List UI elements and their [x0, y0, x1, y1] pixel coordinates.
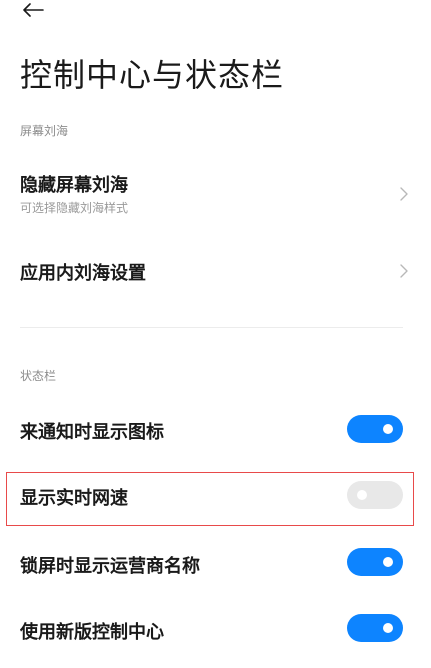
section-label-notch: 屏幕刘海 [20, 124, 69, 138]
notification-icons-label: 来通知时显示图标 [20, 422, 164, 443]
hide-notch-subtitle: 可选择隐藏刘海样式 [20, 201, 129, 215]
notification-icons-toggle[interactable] [347, 415, 403, 443]
in-app-notch-settings-row[interactable]: 应用内刘海设置 [0, 247, 431, 297]
notification-icons-row[interactable]: 来通知时显示图标 [0, 403, 431, 457]
section-label-status-bar: 状态栏 [20, 369, 57, 383]
new-control-center-row[interactable]: 使用新版控制中心 [0, 604, 431, 658]
page-title: 控制中心与状态栏 [20, 56, 285, 94]
in-app-notch-settings-label: 应用内刘海设置 [20, 263, 146, 284]
lockscreen-carrier-row[interactable]: 锁屏时显示运营商名称 [0, 537, 431, 591]
section-divider [20, 327, 403, 328]
hide-notch-label: 隐藏屏幕刘海 [20, 175, 128, 196]
chevron-right-icon [400, 187, 408, 201]
lockscreen-carrier-toggle[interactable] [347, 548, 403, 576]
new-control-center-toggle[interactable] [347, 614, 403, 642]
new-control-center-label: 使用新版控制中心 [20, 622, 164, 643]
chevron-right-icon [400, 264, 408, 278]
lockscreen-carrier-label: 锁屏时显示运营商名称 [20, 556, 200, 577]
hide-notch-row[interactable]: 隐藏屏幕刘海 可选择隐藏刘海样式 [0, 165, 431, 225]
highlight-box [6, 472, 414, 526]
arrow-left-icon [23, 3, 44, 17]
back-button[interactable] [20, 0, 46, 20]
